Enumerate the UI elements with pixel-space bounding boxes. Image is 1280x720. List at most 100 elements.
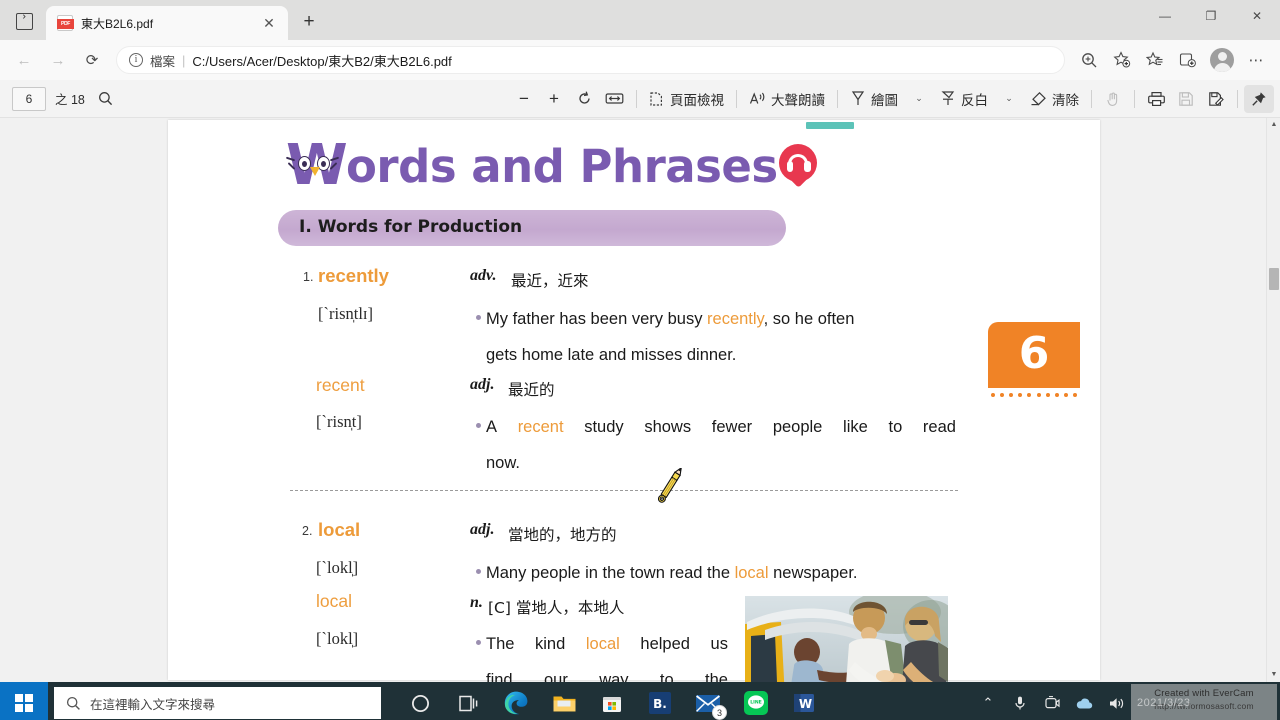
svg-text:LINE: LINE [750,700,762,706]
entry-phonetic: [`lokl̩] [316,629,359,648]
cortana-circle-icon[interactable] [397,682,443,720]
microsoft-store-icon[interactable] [589,682,635,720]
microphone-icon[interactable] [1006,682,1034,720]
entry-example-line1-justified: The kind local helped us [486,626,728,662]
page-view-button[interactable]: 頁面檢視 [643,85,730,113]
erase-label: 清除 [1052,92,1079,108]
entry-headword: local [318,519,361,540]
svg-text:W: W [799,697,812,711]
address-bar[interactable]: i 檔案 | C:/Users/Acer/Desktop/東大B2/東大B2L6… [116,46,1065,74]
close-icon[interactable]: ✕ [258,12,280,34]
audio-headphones-pin-icon[interactable] [778,144,820,190]
scrollbar-thumb[interactable] [1269,268,1279,290]
read-aloud-icon [749,91,765,104]
print-icon[interactable] [1141,85,1171,113]
toolbar-divider-5 [1134,89,1135,108]
tab-title: 東大B2L6.pdf [81,16,154,31]
show-hidden-icons-icon[interactable]: ⌃ [974,682,1002,720]
scroll-down-arrow[interactable]: ▼ [1267,668,1280,682]
example-bullet [476,423,481,428]
example-word: to [888,418,903,436]
entry-headword: recently [318,265,389,286]
volume-icon[interactable] [1102,682,1130,720]
close-window-button[interactable]: ✕ [1234,0,1280,32]
entry-pos: n. [470,594,483,611]
profile-avatar-icon[interactable] [1210,48,1234,72]
example-word: to [659,671,674,682]
rotate-icon[interactable] [569,85,599,113]
maximize-button[interactable]: ❐ [1188,0,1234,32]
draw-button[interactable]: 繪圖 [844,85,904,113]
word-icon[interactable]: W [781,682,827,720]
mail-icon[interactable]: 3 [685,682,731,720]
vertical-scrollbar[interactable]: ▲ ▼ [1266,118,1280,682]
zoom-out-button[interactable]: − [509,85,539,113]
highlighter-icon [941,91,955,105]
highlight-options-caret[interactable]: ⌄ [994,85,1024,113]
more-options-icon[interactable]: ⋯ [1240,44,1272,76]
pdf-viewer[interactable]: W ords and Phrases I. Words for Producti… [0,118,1280,682]
entry-phonetic: [`risn̩tlɪ] [318,304,373,323]
draw-options-caret[interactable]: ⌄ [904,85,934,113]
example-text-pre: Many people in the town read the [486,564,735,582]
tab-actions-menu-button[interactable] [2,4,46,38]
example-word: the [705,671,728,682]
reload-button[interactable]: ⟳ [76,44,108,76]
pdf-page: W ords and Phrases I. Words for Producti… [168,120,1100,682]
minimize-button[interactable]: — [1142,0,1188,32]
toolbar-divider-6 [1237,89,1238,108]
page-title-text: ords and Phrases [346,140,778,193]
taskbar-search-input[interactable]: 在這裡輸入文字來搜尋 [54,687,381,719]
toolbar-divider [636,89,637,108]
toolbar-divider-4 [1091,89,1092,108]
forward-button[interactable]: → [42,44,74,76]
entry-pos: adj. [470,376,495,393]
page-number-input[interactable]: 6 [12,86,46,111]
search-icon[interactable] [91,85,121,113]
edge-icon[interactable] [493,682,539,720]
fit-to-width-icon[interactable] [599,85,630,113]
example-text-post: newspaper. [768,564,858,582]
file-explorer-icon[interactable] [541,682,587,720]
read-aloud-button[interactable]: 大聲朗讀 [743,85,831,113]
example-word: kind [535,635,566,653]
save-icon[interactable] [1171,85,1201,113]
zoom-in-icon[interactable] [1073,44,1105,76]
new-tab-button[interactable]: + [294,7,324,37]
erase-button[interactable]: 清除 [1024,85,1085,113]
draw-pen-icon [851,91,865,105]
favorites-list-icon[interactable] [1139,44,1171,76]
taskbar-search-placeholder: 在這裡輸入文字來搜尋 [90,697,216,712]
system-tray: ⌃ [974,682,1130,720]
save-as-icon[interactable] [1201,85,1231,113]
entry-example-line2: now. [486,454,520,472]
hand-tool-icon[interactable] [1098,85,1128,113]
task-view-icon[interactable] [445,682,491,720]
draw-label: 繪圖 [871,92,898,108]
camera-icon[interactable] [1038,682,1066,720]
pdf-file-icon [57,15,74,31]
local-pointing-directions-photo [745,596,948,682]
browser-tab[interactable]: 東大B2L6.pdf ✕ [46,6,288,40]
scroll-up-arrow[interactable]: ▲ [1267,118,1280,132]
highlight-button[interactable]: 反白 [934,85,994,113]
windows-start-icon[interactable] [0,682,48,720]
entry-phonetic: [`risn̩t] [316,412,362,431]
watermark-date-stamp: 2021/3/23 [1137,697,1191,709]
page-top-teal-accent [806,122,854,129]
window-controls: — ❐ ✕ [1142,0,1280,32]
back-button[interactable]: ← [8,44,40,76]
onedrive-icon[interactable] [1070,682,1098,720]
add-favorite-icon[interactable] [1106,44,1138,76]
collections-icon[interactable] [1172,44,1204,76]
pin-toolbar-button[interactable] [1244,84,1274,113]
page-number-badge: 6 [988,322,1080,388]
page-view-label: 頁面檢視 [670,92,724,108]
line-icon[interactable]: LINE [733,682,779,720]
zoom-in-button[interactable]: + [539,85,569,113]
read-aloud-label: 大聲朗讀 [771,92,825,108]
example-word: find [486,671,513,682]
site-info-icon[interactable]: i [129,53,143,67]
bitcomet-icon[interactable]: B. [637,682,683,720]
entry-translation: 最近的 [508,381,555,399]
